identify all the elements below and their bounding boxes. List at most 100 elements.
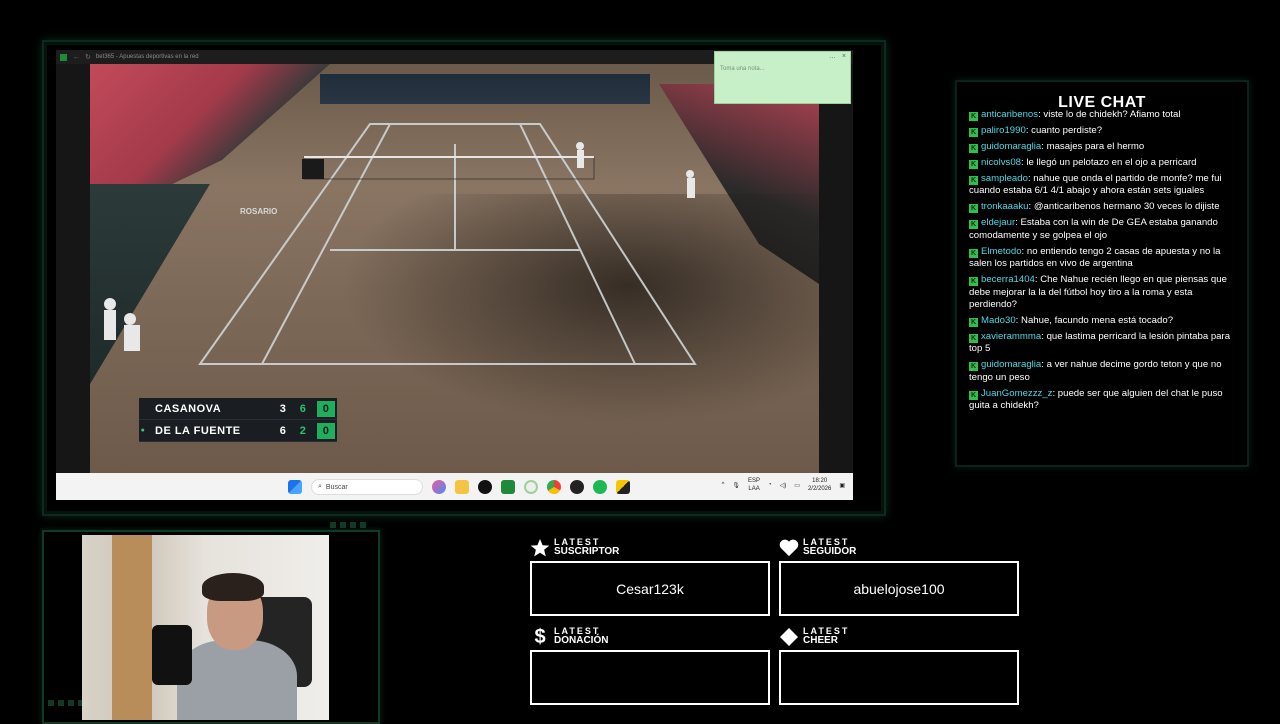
sticky-note-toolbar: … × — [715, 52, 850, 64]
tennis-scoreboard: CASANOVA 3 6 0 ● DE LA FUENTE 6 2 0 — [139, 398, 337, 442]
windows-taskbar: ⌕ Buscar ^ 🎙 ESP LAA ◔ ◁) ▭ 18:20 2/2/20… — [56, 473, 853, 500]
widget-big-label: SEGUIDOR — [803, 546, 857, 557]
kick-badge-icon: K — [969, 160, 978, 169]
bet365-favicon-icon — [60, 53, 67, 61]
clock-date: 2/2/2026 — [807, 486, 832, 492]
chat-message: Kpaliro1990: cuanto perdiste? — [969, 125, 1103, 137]
latest-donacion-label: $ LATEST DONACIÓN — [530, 625, 608, 648]
serve-indicator: ● — [140, 427, 146, 434]
chat-message: Kanticaribenos: viste lo de chidekh? Afi… — [969, 109, 1181, 121]
kick-badge-icon: K — [969, 318, 978, 328]
reload-icon[interactable]: ↻ — [85, 53, 91, 61]
chat-username[interactable]: JuanGomezzz_z — [981, 388, 1052, 399]
chat-username[interactable]: guidomaraglia — [981, 359, 1041, 370]
set2-score: 6 — [299, 402, 307, 415]
chat-username[interactable]: becerra1404 — [981, 274, 1035, 285]
letterbox-right — [819, 64, 853, 473]
note-menu-icon[interactable]: … — [829, 53, 836, 63]
kick-badge-icon: K — [969, 220, 978, 230]
player-name: CASANOVA — [155, 402, 222, 415]
chevron-up-icon[interactable]: ^ — [722, 482, 725, 488]
language-indicator[interactable]: ESP LAA — [748, 477, 760, 493]
chat-username[interactable]: eldejaur — [981, 217, 1015, 228]
file-explorer-icon[interactable] — [455, 480, 469, 494]
chat-username[interactable]: Mado30 — [981, 315, 1016, 326]
volume-icon[interactable]: ◁) — [780, 482, 787, 489]
widget-big-label: CHEER — [803, 635, 839, 646]
chat-message: K Elmetodo: no entiendo tengo 2 casas de … — [969, 245, 1221, 270]
kick-badge-icon: K — [969, 390, 978, 400]
player-name: DE LA FUENTE — [155, 424, 241, 437]
scoreboard-row: CASANOVA 3 6 0 — [139, 398, 337, 420]
microphone-icon[interactable]: 🎙 — [732, 482, 740, 489]
chat-username[interactable]: anticaribenos — [981, 109, 1038, 120]
latest-cheer-label: LATEST CHEER — [779, 627, 849, 647]
chat-message: Knicolvs08: le llegó un pelotazo en el o… — [969, 157, 1197, 169]
chat-message-list[interactable]: Kanticaribenos: viste lo de chidekh? Afi… — [969, 109, 1234, 416]
battery-icon[interactable]: ▭ — [794, 482, 800, 489]
search-icon: ⌕ — [318, 483, 322, 490]
frame-decoration — [330, 522, 370, 528]
chat-message: K JuanGomezzz_z: puede ser que alguien de… — [969, 387, 1223, 412]
kick-badge-icon: K — [969, 144, 978, 153]
game-points: 0 — [317, 400, 335, 417]
obs-icon[interactable] — [570, 480, 584, 494]
back-arrow-icon[interactable]: ← — [73, 54, 80, 61]
taskbar-search[interactable]: ⌕ Buscar — [311, 479, 423, 495]
chat-text: cuanto perdiste? — [1031, 125, 1103, 136]
diamond-icon — [779, 627, 799, 647]
streamer-hair — [202, 573, 264, 601]
sticky-note[interactable]: … × Toma una nota... — [714, 51, 851, 104]
notifications-icon[interactable]: ▣ — [839, 482, 845, 489]
kick-badge-icon: K — [969, 334, 978, 344]
widget-big-label: SUSCRIPTOR — [554, 546, 620, 557]
chat-username[interactable]: guidomaraglia — [981, 141, 1041, 152]
taskbar-clock[interactable]: 18:20 2/2/2026 — [808, 477, 831, 493]
whatsapp-icon[interactable] — [524, 480, 538, 494]
copilot-icon[interactable] — [432, 480, 446, 494]
streamer-shirt — [177, 640, 297, 720]
chat-message: Kguidomaraglia: a ver nahue decime gordo… — [969, 359, 1222, 383]
latest-suscriptor-box: Cesar123k — [530, 561, 770, 616]
tiktok-icon[interactable] — [478, 480, 492, 494]
chrome-icon[interactable] — [547, 480, 561, 494]
bet365-app-icon[interactable] — [501, 480, 515, 494]
chat-message: Ksampleado: nahue que onda el partido de… — [969, 173, 1222, 197]
tennis-video-stream[interactable]: ROSARIO CASANOVA 3 6 0 ● DE LA FUENTE 6 … — [90, 64, 819, 473]
chat-message: Kxavierammma: que lastima perricard la l… — [969, 331, 1231, 355]
taskbar-search-placeholder: Buscar — [325, 483, 348, 491]
note-close-icon[interactable]: × — [842, 53, 846, 63]
kick-badge-icon: K — [969, 362, 978, 372]
chat-username[interactable]: xavierammma — [981, 331, 1041, 342]
wifi-icon[interactable]: ◔ — [768, 482, 772, 488]
spotify-icon[interactable] — [593, 480, 607, 494]
dollar-icon: $ — [534, 625, 546, 648]
sticky-note-input[interactable]: Toma una nota... — [715, 64, 850, 74]
chat-message: K Mado30: Nahue, facundo mena está tocado… — [969, 315, 1174, 328]
windows-start-icon[interactable] — [288, 480, 302, 494]
chat-text: le llegó un pelotazo en el ojo a perrica… — [1026, 157, 1197, 168]
set1-score: 6 — [279, 424, 287, 437]
chat-username[interactable]: paliro1990 — [981, 125, 1026, 136]
latest-cheer-box — [779, 650, 1019, 705]
chat-text: @anticaribenos hermano 30 veces lo dijis… — [1033, 201, 1220, 213]
kick-badge-icon: K — [969, 128, 978, 137]
chat-username[interactable]: Elmetodo — [981, 246, 1022, 257]
chat-username[interactable]: sampleado — [981, 173, 1028, 184]
set1-score: 3 — [279, 402, 287, 415]
latest-suscriptor-label: LATEST SUSCRIPTOR — [530, 538, 619, 558]
letterbox-left — [56, 64, 90, 473]
chat-text: viste lo de chidekh? Afiamo total — [1043, 109, 1181, 120]
app-icon[interactable] — [616, 480, 630, 494]
heart-icon — [779, 538, 799, 558]
microphone — [152, 625, 192, 685]
chat-username[interactable]: tronkaaaku — [981, 201, 1028, 212]
chat-message: Kbecerra1404: Che Nahue recién llego en … — [969, 274, 1227, 311]
chat-message: Keldejaur: Estaba con la win de De GEA e… — [969, 217, 1218, 241]
kick-badge-icon: K — [969, 277, 978, 287]
latest-seguidor-label: LATEST SEGUIDOR — [779, 538, 856, 558]
clock-time: 18:20 — [812, 478, 828, 484]
chat-username[interactable]: nicolvs08 — [981, 157, 1021, 168]
latest-seguidor-box: abuelojose100 — [779, 561, 1019, 616]
browser-tab-title: bet365 - Apuestas deportivas en la red — [95, 54, 199, 60]
